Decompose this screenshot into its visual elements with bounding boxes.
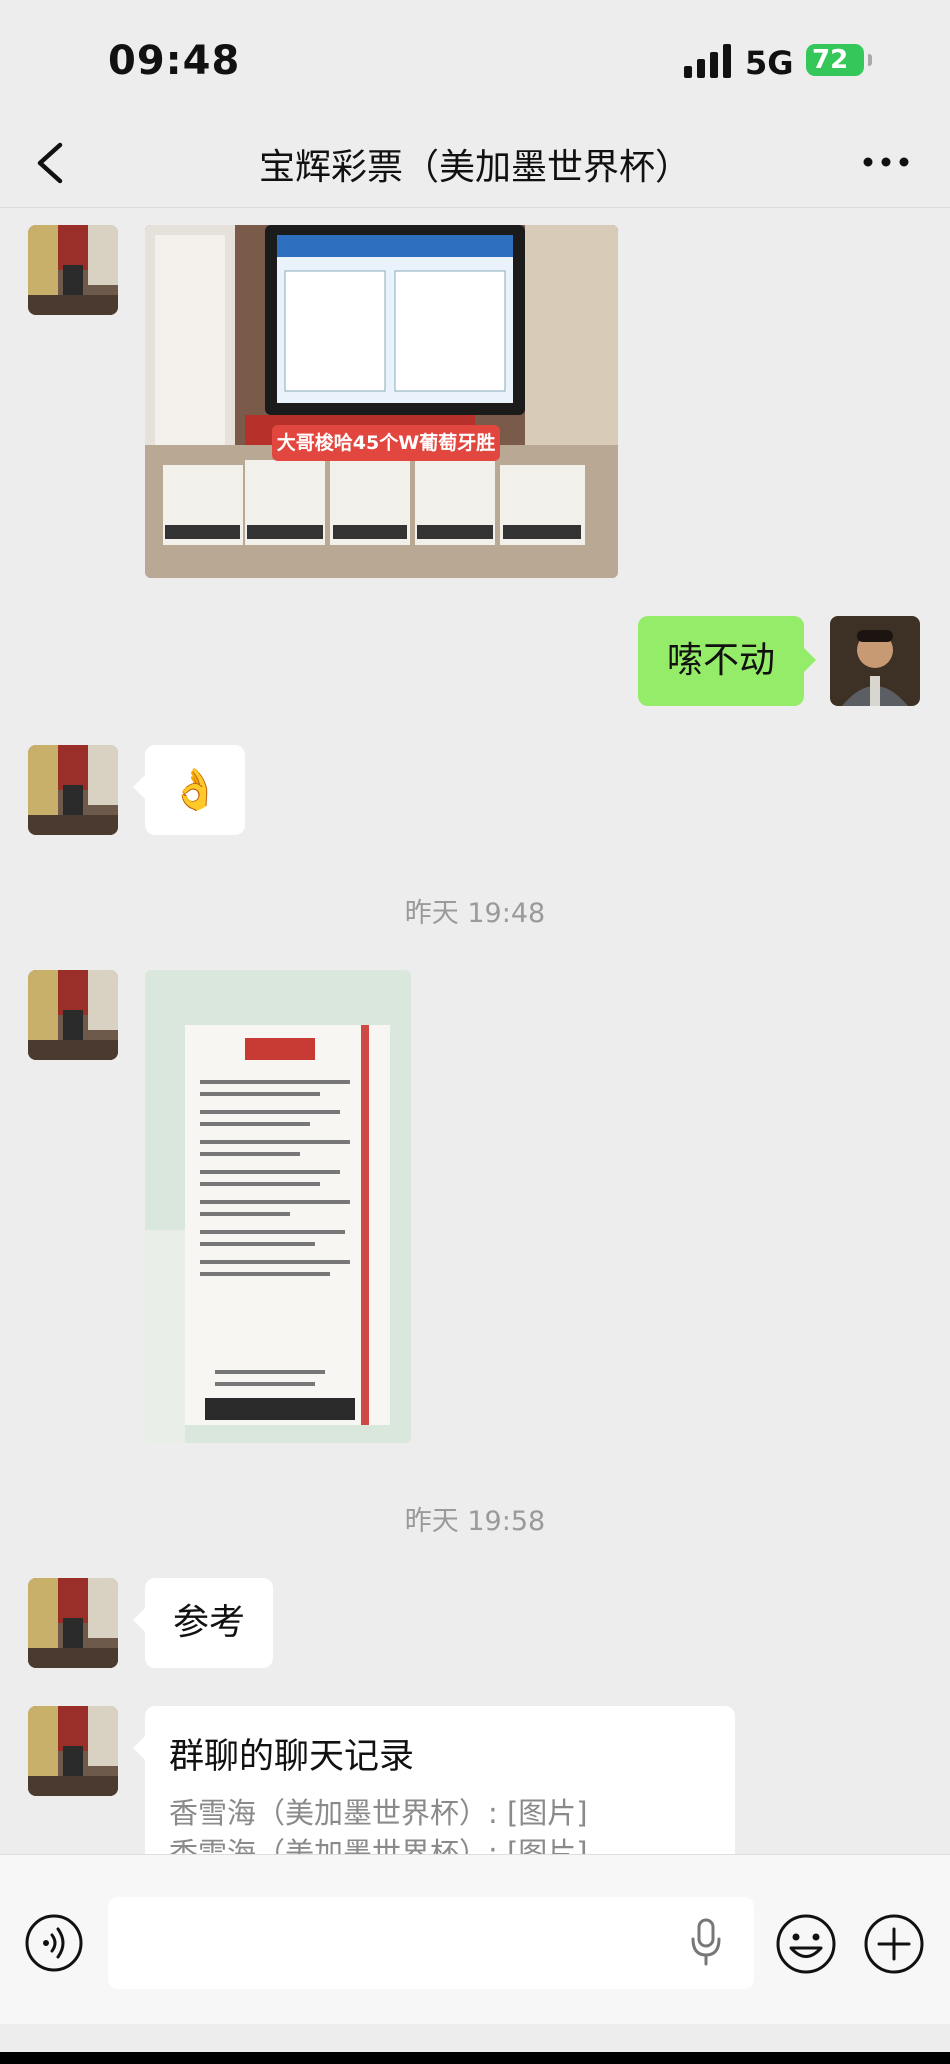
chat-record-line: 香雪海（美加墨世界杯）: [图片]: [169, 1836, 588, 1854]
message-bubble-self[interactable]: 嗦不动: [638, 616, 816, 706]
avatar-image: [28, 745, 118, 835]
avatar-image: [28, 1706, 118, 1796]
photo-caption: 大哥梭哈45个W葡萄牙胜: [272, 425, 500, 461]
battery-tip: [868, 54, 872, 66]
photo-image: [145, 970, 411, 1443]
chat-record-line: 香雪海（美加墨世界杯）: [图片]: [169, 1796, 588, 1830]
message-bubble-other[interactable]: 👌: [133, 745, 245, 835]
chat-record-card[interactable]: 群聊的聊天记录 香雪海（美加墨世界杯）: [图片] 香雪海（美加墨世界杯）: […: [133, 1706, 735, 1854]
message-bubble-other[interactable]: 参考: [133, 1578, 273, 1668]
input-bar: [0, 1854, 950, 2024]
chat-title: 宝辉彩票（美加墨世界杯）: [258, 147, 691, 188]
bottom-edge: [0, 2052, 950, 2064]
status-time: 09:48: [108, 38, 241, 84]
battery-level: 72: [812, 45, 849, 75]
plus-icon[interactable]: [863, 1913, 925, 1975]
avatar-image: [28, 1578, 118, 1668]
message-timestamp: 昨天 19:58: [404, 1506, 546, 1537]
emoji-icon[interactable]: [775, 1913, 837, 1975]
sender-avatar[interactable]: [28, 225, 118, 315]
voice-icon[interactable]: [24, 1913, 84, 1973]
status-bar: 09:48 5G 72: [0, 0, 950, 118]
mic-icon[interactable]: [688, 1917, 724, 1967]
avatar-image: [830, 616, 920, 706]
lottery-screen-photo[interactable]: 大哥梭哈45个W葡萄牙胜: [145, 225, 618, 578]
message-timestamp: 昨天 19:48: [404, 898, 546, 929]
network-type: 5G: [745, 44, 794, 82]
more-icon[interactable]: [860, 142, 912, 182]
ok-hand-emoji: 👌: [170, 767, 220, 813]
photo-image: [145, 225, 618, 578]
back-icon[interactable]: [32, 140, 72, 186]
message-input[interactable]: [108, 1897, 754, 1989]
message-text: 参考: [172, 1602, 245, 1643]
self-avatar[interactable]: [830, 616, 920, 706]
sender-avatar[interactable]: [28, 1706, 118, 1796]
signal-icon: [684, 44, 731, 78]
battery-indicator: 72: [806, 44, 864, 76]
avatar-image: [28, 225, 118, 315]
chat-header: 宝辉彩票（美加墨世界杯）: [0, 118, 950, 208]
sender-avatar[interactable]: [28, 1578, 118, 1668]
message-list[interactable]: 大哥梭哈45个W葡萄牙胜 嗦不动 👌 昨天 19:48 昨天 19:58 参考 …: [0, 208, 950, 1854]
message-text: 嗦不动: [666, 640, 775, 681]
sender-avatar[interactable]: [28, 745, 118, 835]
lottery-ticket-photo[interactable]: [145, 970, 411, 1443]
sender-avatar[interactable]: [28, 970, 118, 1060]
chat-record-title: 群聊的聊天记录: [169, 1737, 415, 1777]
avatar-image: [28, 970, 118, 1060]
